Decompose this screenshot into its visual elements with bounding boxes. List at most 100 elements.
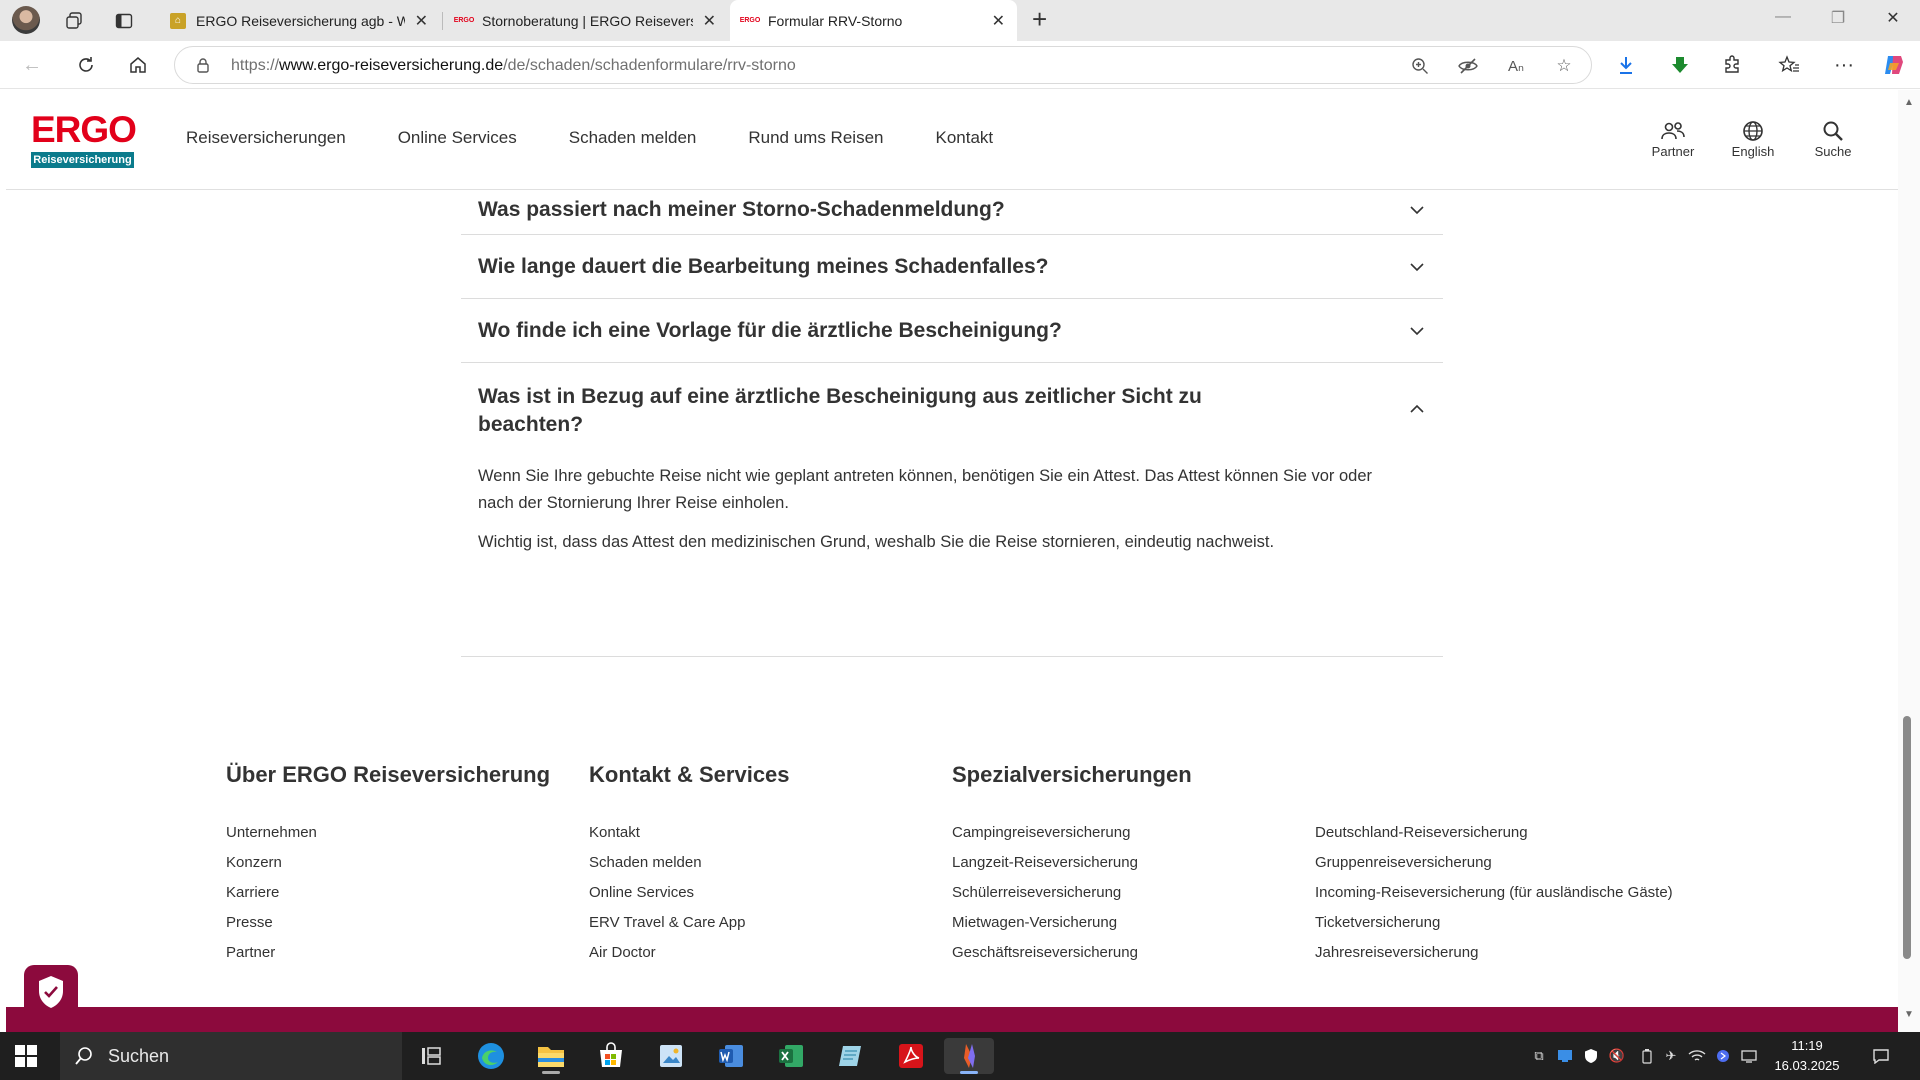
faq-item[interactable]: Wie lange dauert die Bearbeitung meines … (461, 235, 1443, 299)
new-tab-button[interactable]: + (1032, 6, 1047, 32)
scrollbar-thumb[interactable] (1903, 716, 1911, 959)
back-button[interactable]: ← (20, 53, 44, 77)
partner-button[interactable]: Partner (1638, 118, 1708, 159)
footer-column-about: Über ERGO Reiseversicherung Unternehmen … (226, 760, 550, 968)
snipping-tool-app-icon[interactable] (944, 1038, 994, 1074)
network-icon[interactable]: ✈ (1662, 1047, 1680, 1065)
footer-link[interactable]: Incoming-Reiseversicherung (für ausländi… (1315, 878, 1673, 908)
workspaces-icon[interactable] (61, 8, 87, 34)
excel-app-icon[interactable] (770, 1038, 812, 1074)
download-manager-extension-icon[interactable] (1668, 53, 1692, 77)
restore-window-button[interactable]: ❐ (1823, 8, 1853, 28)
extensions-icon[interactable] (1720, 53, 1744, 77)
display-tray-icon[interactable] (1740, 1047, 1758, 1065)
tracking-prevention-icon[interactable] (1457, 55, 1479, 77)
favorites-icon[interactable] (1777, 53, 1801, 77)
scroll-up-arrow-icon[interactable]: ▲ (1898, 96, 1920, 110)
footer-link[interactable]: Geschäftsreiseversicherung (952, 938, 1192, 968)
system-clock[interactable]: 11:19 16.03.2025 (1770, 1036, 1844, 1076)
ergo-logo[interactable]: ERGO Reiseversicherung (31, 111, 137, 168)
address-bar[interactable]: https://www.ergo-reiseversicherung.de/de… (174, 46, 1592, 84)
nav-item-schaden-melden[interactable]: Schaden melden (569, 128, 697, 148)
footer-link[interactable]: Online Services (589, 878, 790, 908)
security-tray-icon[interactable] (1582, 1047, 1600, 1065)
tab-title: Stornoberatung | ERGO Reiseversi (482, 12, 693, 29)
microsoft-store-icon[interactable] (590, 1038, 632, 1074)
file-explorer-icon[interactable] (530, 1038, 572, 1074)
bluetooth-tray-icon[interactable] (1714, 1047, 1732, 1065)
language-button[interactable]: English (1718, 118, 1788, 159)
chevron-down-icon[interactable] (1409, 259, 1425, 275)
notes-app-icon[interactable] (830, 1038, 872, 1074)
browser-tab[interactable]: ERGO Stornoberatung | ERGO Reiseversi ✕ (444, 0, 728, 41)
url-text[interactable]: https://www.ergo-reiseversicherung.de/de… (231, 57, 796, 75)
close-tab-icon[interactable]: ✕ (703, 11, 716, 31)
wifi-icon[interactable] (1688, 1047, 1706, 1065)
scroll-down-arrow-icon[interactable]: ▼ (1898, 1008, 1920, 1022)
privacy-settings-button[interactable] (24, 965, 78, 1019)
footer-link[interactable]: Jahresreiseversicherung (1315, 938, 1673, 968)
faq-question[interactable]: Was ist in Bezug auf eine ärztliche Besc… (478, 383, 1238, 439)
chevron-up-icon[interactable] (1409, 401, 1425, 417)
faq-question[interactable]: Wo finde ich eine Vorlage für die ärztli… (478, 317, 1062, 345)
faq-question[interactable]: Wie lange dauert die Bearbeitung meines … (478, 253, 1048, 281)
minimize-window-button[interactable]: — (1768, 8, 1798, 26)
dropbox-tray-icon[interactable]: ⧉ (1530, 1047, 1548, 1065)
nav-item-kontakt[interactable]: Kontakt (935, 128, 993, 148)
footer-link[interactable]: Karriere (226, 878, 550, 908)
footer-link[interactable]: Schaden melden (589, 848, 790, 878)
edge-app-icon[interactable] (470, 1038, 512, 1074)
faq-item[interactable]: Was passiert nach meiner Storno-Schadenm… (461, 186, 1443, 235)
footer-link[interactable]: Gruppenreiseversicherung (1315, 848, 1673, 878)
windows-start-icon[interactable] (14, 1044, 38, 1068)
footer-link[interactable]: Air Doctor (589, 938, 790, 968)
lock-icon[interactable] (195, 57, 211, 73)
nav-item-rund-ums-reisen[interactable]: Rund ums Reisen (748, 128, 883, 148)
browser-tab[interactable]: ⌂ ERGO Reiseversicherung agb - Wi ✕ (158, 0, 440, 41)
footer-link[interactable]: ERV Travel & Care App (589, 908, 790, 938)
volume-muted-icon[interactable]: 🔇 (1608, 1047, 1626, 1065)
word-app-icon[interactable] (710, 1038, 752, 1074)
app-tray-icon[interactable] (1556, 1047, 1574, 1065)
zoom-icon[interactable] (1409, 55, 1431, 77)
copilot-icon[interactable] (1882, 53, 1906, 77)
chevron-down-icon[interactable] (1409, 323, 1425, 339)
more-menu-icon[interactable]: ··· (1832, 53, 1856, 77)
search-button[interactable]: Suche (1798, 118, 1868, 159)
footer-link[interactable]: Ticketversicherung (1315, 908, 1673, 938)
taskbar-search-box[interactable]: Suchen (60, 1032, 402, 1080)
task-view-icon[interactable] (410, 1038, 452, 1074)
footer-link[interactable]: Kontakt (589, 818, 790, 848)
read-aloud-icon[interactable]: Aₙ (1505, 55, 1527, 77)
footer-link[interactable]: Schülerreiseversicherung (952, 878, 1192, 908)
footer-link[interactable]: Mietwagen-Versicherung (952, 908, 1192, 938)
nav-item-reiseversicherungen[interactable]: Reiseversicherungen (186, 128, 346, 148)
faq-item-expanded[interactable]: Was ist in Bezug auf eine ärztliche Besc… (461, 363, 1443, 657)
battery-icon[interactable] (1638, 1047, 1656, 1065)
footer-link[interactable]: Presse (226, 908, 550, 938)
home-button[interactable] (126, 53, 150, 77)
browser-tab-active[interactable]: ERGO Formular RRV-Storno ✕ (730, 0, 1017, 41)
tab-title: ERGO Reiseversicherung agb - Wi (196, 12, 405, 29)
favorite-star-icon[interactable]: ☆ (1553, 55, 1575, 77)
close-tab-icon[interactable]: ✕ (992, 11, 1005, 31)
footer-link[interactable]: Campingreiseversicherung (952, 818, 1192, 848)
notification-center-icon[interactable] (1872, 1047, 1890, 1065)
footer-link[interactable]: Langzeit-Reiseversicherung (952, 848, 1192, 878)
footer-link[interactable]: Unternehmen (226, 818, 550, 848)
nav-item-online-services[interactable]: Online Services (398, 128, 517, 148)
profile-avatar[interactable] (12, 6, 40, 34)
tab-actions-icon[interactable] (111, 8, 137, 34)
footer-link[interactable]: Partner (226, 938, 550, 968)
downloads-icon[interactable] (1614, 53, 1638, 77)
faq-question[interactable]: Was passiert nach meiner Storno-Schadenm… (478, 196, 1005, 224)
close-tab-icon[interactable]: ✕ (415, 11, 428, 31)
footer-link[interactable]: Deutschland-Reiseversicherung (1315, 818, 1673, 848)
reload-button[interactable] (74, 53, 98, 77)
chevron-down-icon[interactable] (1409, 202, 1425, 218)
faq-item[interactable]: Wo finde ich eine Vorlage für die ärztli… (461, 299, 1443, 363)
close-window-button[interactable]: ✕ (1878, 8, 1908, 28)
image-viewer-app-icon[interactable] (650, 1038, 692, 1074)
acrobat-app-icon[interactable] (890, 1038, 932, 1074)
footer-link[interactable]: Konzern (226, 848, 550, 878)
